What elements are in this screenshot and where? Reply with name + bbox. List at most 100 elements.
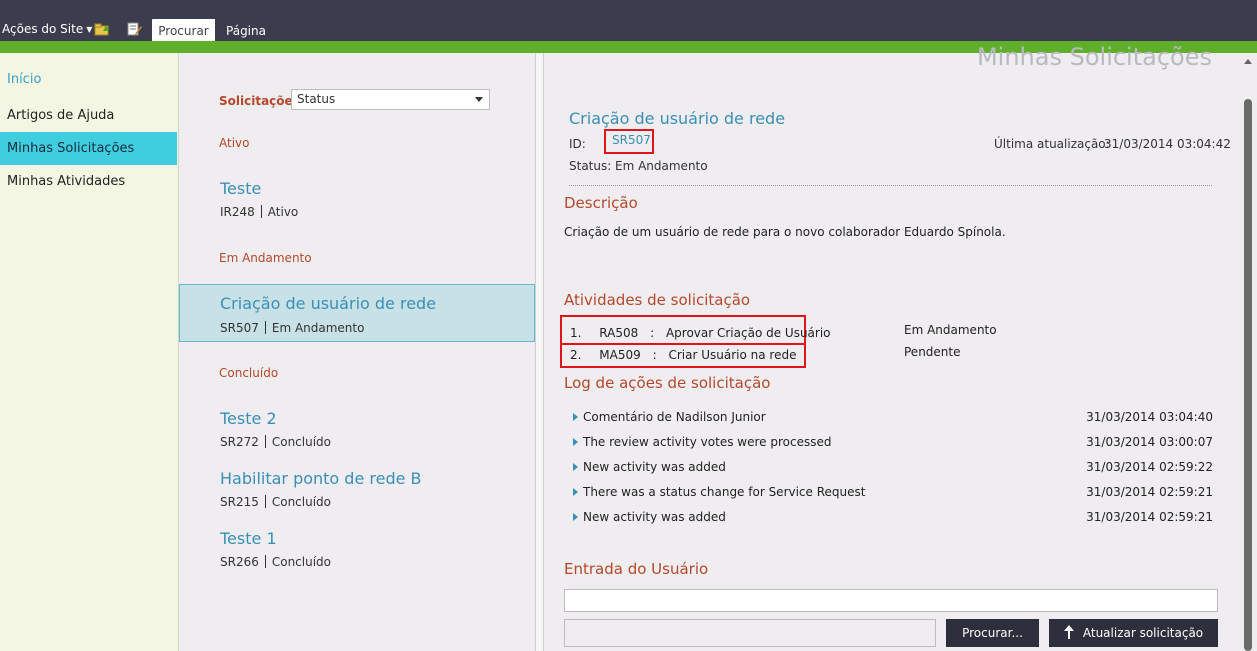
request-item-sr266[interactable]: Teste 1 SR266 Concluído [179, 525, 535, 583]
divider [569, 185, 1212, 186]
request-id: SR266 [220, 555, 259, 569]
ribbon: Ações do Site ▼ Procurar Página [0, 0, 1257, 41]
log-text: The review activity votes were processed [583, 435, 832, 449]
log-time: 31/03/2014 03:04:40 [1086, 410, 1213, 424]
filter-label: Solicitações [219, 94, 300, 108]
log-entry[interactable]: The review activity votes were processed… [573, 435, 1213, 453]
nav-item-inicio[interactable]: Início [0, 63, 177, 96]
separator [264, 321, 266, 334]
panel-splitter[interactable] [535, 53, 544, 651]
request-status: Concluído [271, 495, 332, 509]
request-title: Criação de usuário de rede [569, 109, 786, 128]
edit-page-icon[interactable] [126, 21, 142, 37]
activity-id: RA508 [599, 326, 639, 340]
request-title: Teste [220, 179, 262, 198]
status-value: Em Andamento [615, 159, 708, 173]
update-button-label: Atualizar solicitação [1082, 626, 1204, 640]
status-label: Status: [569, 159, 612, 173]
activity-sep: : [652, 348, 657, 362]
request-id-link[interactable]: SR507 [612, 133, 651, 147]
request-item-sr272[interactable]: Teste 2 SR272 Concluído [179, 405, 535, 463]
activity-row[interactable]: 2. MA509 : Criar Usuário na rede [570, 348, 804, 362]
expand-arrow-icon [573, 413, 578, 421]
tab-procurar[interactable]: Procurar [152, 19, 215, 41]
request-meta: SR272 Concluído [220, 435, 331, 449]
last-update-label: Última atualização: [994, 137, 1110, 151]
browse-button[interactable]: Procurar... [946, 619, 1039, 647]
site-actions-menu[interactable]: Ações do Site ▼ [2, 22, 92, 36]
request-meta: SR215 Concluído [220, 495, 331, 509]
log-text: There was a status change for Service Re… [583, 485, 866, 499]
activity-name: Aprovar Criação de Usuário [665, 326, 831, 340]
expand-arrow-icon [573, 513, 578, 521]
request-title: Habilitar ponto de rede B [220, 469, 422, 488]
activity-name: Criar Usuário na rede [668, 348, 797, 362]
log-entry[interactable]: Comentário de Nadilson Junior 31/03/2014… [573, 410, 1213, 428]
nav-item-minhas-atividades[interactable]: Minhas Atividades [0, 165, 177, 198]
filter-value: Status [297, 92, 336, 106]
last-update-value: 31/03/2014 03:04:42 [1104, 137, 1231, 151]
group-title-ativo: Ativo [219, 136, 250, 150]
request-item-sr215[interactable]: Habilitar ponto de rede B SR215 Concluído [179, 465, 535, 523]
arrow-up-icon [1063, 625, 1074, 639]
expand-arrow-icon [573, 463, 578, 471]
activity-id: MA509 [599, 348, 641, 362]
page-title: Minhas Solicitações [976, 43, 1212, 71]
description-text: Criação de um usuário de rede para o nov… [564, 225, 1006, 239]
user-comment-input[interactable] [564, 589, 1218, 612]
status-filter-select[interactable]: Status [291, 89, 490, 110]
log-entry[interactable]: New activity was added 31/03/2014 02:59:… [573, 460, 1213, 478]
user-input-heading: Entrada do Usuário [564, 560, 709, 578]
nav-item-minhas-solicitacoes[interactable]: Minhas Solicitações [0, 132, 177, 165]
description-heading: Descrição [564, 194, 638, 212]
attachment-path-field[interactable] [564, 619, 936, 647]
request-meta: SR266 Concluído [220, 555, 331, 569]
chevron-down-icon: ▼ [86, 25, 93, 34]
tab-pagina[interactable]: Página [221, 19, 271, 41]
activity-status: Pendente [904, 345, 961, 359]
request-status: Concluído [271, 555, 332, 569]
request-id: SR507 [220, 321, 259, 335]
group-title-em-andamento: Em Andamento [219, 251, 312, 265]
dropdown-arrow-icon [475, 97, 483, 102]
scrollbar[interactable] [1244, 53, 1252, 651]
activity-sep: : [650, 326, 655, 340]
log-heading: Log de ações de solicitação [564, 374, 771, 392]
request-id: IR248 [220, 205, 255, 219]
log-time: 31/03/2014 02:59:21 [1086, 510, 1213, 524]
left-navigation: Início Artigos de Ajuda Minhas Solicitaç… [0, 53, 179, 651]
request-title: Criação de usuário de rede [220, 294, 437, 313]
folder-up-icon[interactable] [94, 21, 110, 37]
request-meta: SR507 Em Andamento [220, 321, 364, 335]
separator [260, 205, 262, 218]
request-title: Teste 1 [220, 529, 277, 548]
log-entry[interactable]: There was a status change for Service Re… [573, 485, 1213, 503]
request-item-sr507[interactable]: Criação de usuário de rede SR507 Em Andam… [179, 284, 535, 342]
log-time: 31/03/2014 02:59:21 [1086, 485, 1213, 499]
log-entry[interactable]: New activity was added 31/03/2014 02:59:… [573, 510, 1213, 528]
log-text: New activity was added [583, 460, 726, 474]
request-meta: IR248 Ativo [220, 205, 298, 219]
log-time: 31/03/2014 02:59:22 [1086, 460, 1213, 474]
request-status: Concluído [271, 435, 332, 449]
activity-number: 1. [570, 326, 582, 340]
nav-item-artigos-de-ajuda[interactable]: Artigos de Ajuda [0, 99, 177, 132]
request-item-ir248[interactable]: Teste IR248 Ativo [179, 175, 535, 233]
activity-number: 2. [570, 348, 582, 362]
scroll-up-icon[interactable] [1244, 59, 1252, 64]
request-detail-panel: Minhas Solicitações Criação de usuário d… [544, 43, 1257, 651]
request-id: SR215 [220, 495, 259, 509]
separator [264, 435, 266, 448]
separator [264, 555, 266, 568]
activities-heading: Atividades de solicitação [564, 291, 751, 309]
update-request-button[interactable]: Atualizar solicitação [1049, 619, 1218, 647]
scrollbar-thumb[interactable] [1244, 99, 1252, 651]
requests-list-panel: Solicitações Status Ativo Teste IR248 Ati… [179, 53, 535, 651]
request-status: Em Andamento [271, 321, 365, 335]
expand-arrow-icon [573, 488, 578, 496]
request-status: Ativo [267, 205, 299, 219]
id-label: ID: [569, 137, 586, 151]
site-actions-label: Ações do Site [2, 22, 84, 36]
request-title: Teste 2 [220, 409, 277, 428]
activity-row[interactable]: 1. RA508 : Aprovar Criação de Usuário [570, 326, 839, 340]
